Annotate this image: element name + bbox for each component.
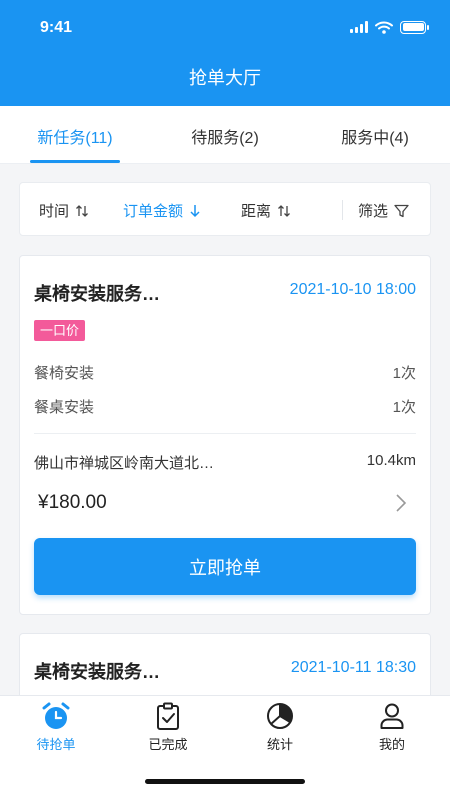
nav-label: 待抢单 — [36, 737, 76, 752]
signal-icon — [350, 21, 368, 33]
alarm-clock-icon — [42, 702, 70, 729]
filter-label: 筛选 — [358, 203, 389, 220]
nav-label: 已完成 — [148, 737, 188, 752]
filter-button[interactable]: 筛选 — [358, 200, 409, 221]
tab-label: 服务中(4) — [341, 130, 409, 147]
user-icon — [380, 703, 404, 729]
service-item-row: 餐椅安装 1次 — [34, 362, 416, 383]
tab-pending-service[interactable]: 待服务(2) — [150, 106, 300, 163]
page-title: 抢单大厅 — [189, 68, 261, 88]
nav-item-pending-grab[interactable]: 待抢单 — [16, 701, 96, 753]
nav-item-mine[interactable]: 我的 — [352, 701, 432, 753]
order-address: 佛山市禅城区岭南大道北… — [34, 455, 215, 472]
service-item-qty: 1次 — [392, 399, 416, 416]
order-distance: 10.4km — [366, 452, 416, 469]
sort-bar: 时间 订单金额 距离 筛选 — [19, 182, 431, 236]
sort-by-time[interactable]: 时间 — [39, 200, 89, 221]
filter-funnel-icon — [394, 204, 409, 217]
nav-label: 我的 — [378, 737, 405, 752]
service-item-name: 餐桌安装 — [34, 399, 95, 416]
sort-amount-label: 订单金额 — [123, 203, 184, 220]
service-item-row: 餐桌安装 1次 — [34, 396, 416, 417]
service-item-name: 餐椅安装 — [34, 365, 95, 382]
address-row: 佛山市禅城区岭南大道北… 10.4km — [34, 452, 416, 473]
status-time: 9:41 — [40, 19, 73, 36]
clipboard-check-icon — [157, 702, 179, 730]
order-price: ¥180.00 — [38, 492, 107, 513]
chevron-right-icon[interactable] — [392, 493, 410, 513]
order-tabs: 新任务(11) 待服务(2) 服务中(4) — [0, 106, 450, 164]
app-header: 9:41 抢单大厅 — [0, 0, 450, 106]
order-title: 桌椅安装服务… — [34, 662, 160, 682]
order-card[interactable]: 桌椅安装服务… 2021-10-10 18:00 一口价 餐椅安装 1次 餐桌安… — [19, 255, 431, 615]
pie-chart-icon — [267, 703, 293, 729]
sort-distance-label: 距离 — [241, 203, 272, 220]
nav-item-completed[interactable]: 已完成 — [128, 701, 208, 753]
sort-by-amount[interactable]: 订单金额 — [123, 200, 201, 221]
nav-item-statistics[interactable]: 统计 — [240, 701, 320, 753]
tab-active-indicator — [30, 160, 120, 163]
order-time: 2021-10-11 18:30 — [290, 659, 416, 676]
sort-divider — [342, 200, 343, 220]
price-type-badge: 一口价 — [34, 320, 86, 341]
sort-arrows-icon — [278, 204, 290, 217]
nav-label: 统计 — [266, 737, 293, 752]
tab-label: 待服务(2) — [191, 130, 259, 147]
home-indicator[interactable] — [145, 779, 305, 784]
wifi-icon — [375, 21, 393, 34]
tab-in-service[interactable]: 服务中(4) — [300, 106, 450, 163]
order-time: 2021-10-10 18:00 — [289, 281, 416, 298]
arrow-down-icon — [190, 204, 200, 217]
order-title: 桌椅安装服务… — [34, 284, 160, 304]
bottom-nav: 待抢单 已完成 统计 我的 — [0, 695, 450, 800]
tab-label: 新任务(11) — [37, 130, 113, 147]
sort-time-label: 时间 — [39, 203, 70, 220]
battery-icon — [400, 20, 429, 34]
grab-order-button[interactable]: 立即抢单 — [34, 538, 416, 595]
service-item-qty: 1次 — [392, 365, 416, 382]
status-icons — [350, 20, 429, 34]
sort-by-distance[interactable]: 距离 — [241, 200, 291, 221]
card-divider — [34, 433, 416, 434]
tab-new-tasks[interactable]: 新任务(11) — [0, 106, 150, 163]
sort-arrows-icon — [76, 204, 88, 217]
